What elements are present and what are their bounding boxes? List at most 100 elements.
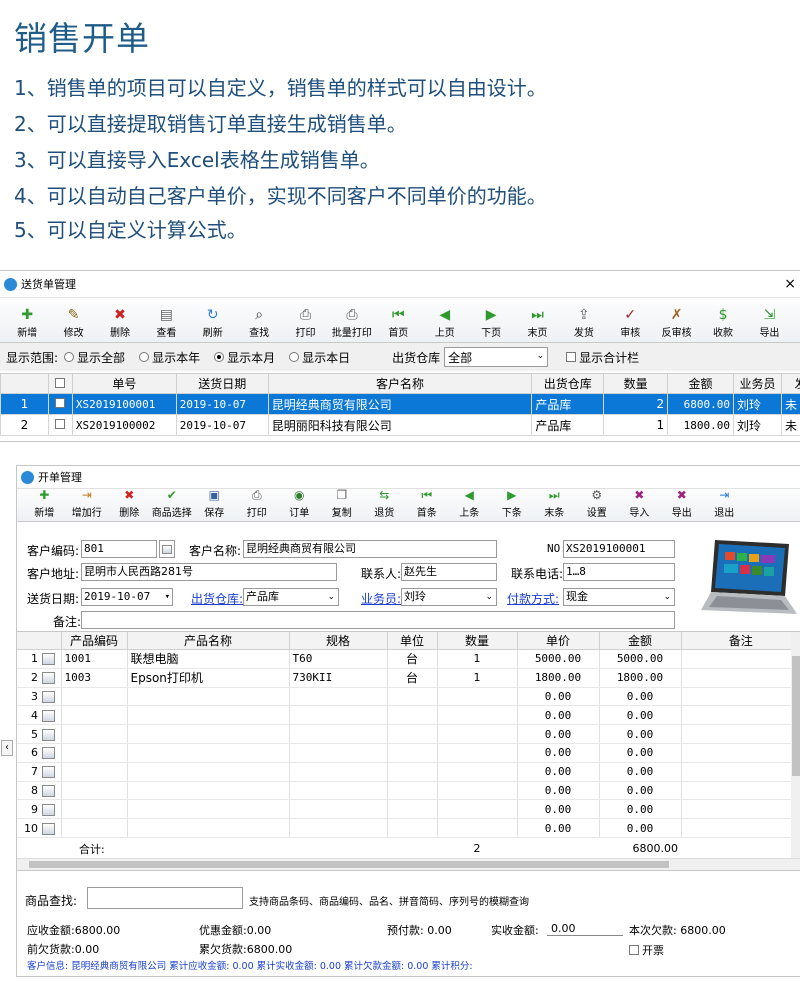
col-header-qty[interactable]: 数量 — [603, 373, 669, 394]
cell-qty[interactable] — [437, 687, 518, 707]
range-month-radio[interactable]: 显示本月 — [214, 349, 275, 366]
range-day-radio[interactable]: 显示本日 — [289, 349, 350, 366]
cell-remark[interactable] — [681, 743, 800, 763]
cell-price[interactable]: 0.00 — [517, 781, 600, 801]
copy-button[interactable]: ❐ 复制 — [321, 488, 364, 519]
cell-unit[interactable]: 台 — [387, 649, 438, 669]
product-picker-icon[interactable] — [42, 803, 55, 816]
product-picker-icon[interactable] — [42, 653, 55, 666]
cell-price[interactable]: 0.00 — [517, 799, 600, 820]
table-row[interactable]: 7 0.00 0.00 — [17, 762, 800, 782]
cell-product-code[interactable]: 1003 — [61, 668, 128, 688]
cell-price[interactable]: 0.00 — [517, 818, 600, 838]
cell-product-name[interactable] — [127, 743, 290, 763]
cell-amount[interactable]: 5000.00 — [599, 649, 682, 669]
splitter-left-arrow[interactable]: ‹ — [1, 740, 13, 756]
cell-spec[interactable] — [289, 687, 388, 707]
import-button[interactable]: ✖ 导入 — [618, 488, 661, 519]
cell-unit[interactable] — [387, 781, 438, 801]
cell-product-code[interactable] — [61, 705, 128, 726]
delete-button[interactable]: ✖ 删除 — [97, 308, 143, 339]
address-field[interactable]: 昆明市人民西路281号 — [81, 563, 337, 581]
select-all-header[interactable] — [47, 373, 73, 394]
exit-button[interactable]: ⇥ 退出 — [703, 488, 746, 519]
col-header-unit[interactable]: 单位 — [387, 632, 438, 650]
table-row[interactable]: 1 1001 联想电脑 T60 台 1 5000.00 5000.00 — [17, 649, 800, 669]
contact-field[interactable]: 赵先生 — [401, 563, 497, 581]
cell-qty[interactable]: 1 — [437, 649, 518, 669]
cell-product-code[interactable] — [61, 687, 128, 707]
table-row[interactable]: 4 0.00 0.00 — [17, 705, 800, 726]
check-button[interactable]: ✔ 商品选择 — [151, 488, 194, 519]
col-header-amount[interactable]: 金额 — [667, 373, 735, 394]
row-checkbox[interactable] — [47, 414, 73, 436]
table-row[interactable]: 5 0.00 0.00 — [17, 724, 800, 744]
warehouse-filter-select[interactable]: 全部 ⌄ — [444, 347, 549, 367]
table-row[interactable]: 9 0.00 0.00 — [17, 799, 800, 820]
cell-product-name[interactable] — [127, 762, 290, 782]
plus-button[interactable]: ✚ 新增 — [23, 488, 66, 519]
cell-amount[interactable]: 0.00 — [599, 743, 682, 763]
save-button[interactable]: ▣ 保存 — [193, 488, 236, 519]
cell-spec[interactable]: T60 — [289, 649, 388, 669]
cell-qty[interactable]: 1 — [437, 668, 518, 688]
cell-amount[interactable]: 0.00 — [599, 687, 682, 707]
vertical-scrollbar[interactable] — [791, 632, 800, 858]
table-row[interactable]: 10 0.00 0.00 — [17, 818, 800, 838]
first-record-button[interactable]: ⏮ 首条 — [406, 488, 449, 519]
col-header-ship[interactable]: 发 — [780, 373, 800, 394]
export-button[interactable]: ✖ 导出 — [661, 488, 704, 519]
cell-unit[interactable] — [387, 705, 438, 726]
customer-picker-button[interactable] — [159, 540, 175, 558]
prev-record-button[interactable]: ◀ 上条 — [448, 488, 491, 519]
scrollbar-thumb[interactable] — [792, 656, 800, 776]
cell-remark[interactable] — [681, 781, 800, 801]
cell-qty[interactable] — [437, 705, 518, 726]
cell-product-name[interactable] — [127, 687, 290, 707]
cell-unit[interactable] — [387, 724, 438, 744]
cell-spec[interactable] — [289, 781, 388, 801]
cell-amount[interactable]: 1800.00 — [599, 668, 682, 688]
cell-product-code[interactable]: 1001 — [61, 649, 128, 669]
cell-product-name[interactable]: Epson打印机 — [127, 668, 290, 688]
col-header-no[interactable]: 单号 — [71, 373, 177, 394]
cell-unit[interactable] — [387, 799, 438, 820]
delivery-date-picker[interactable]: 2019-10-07 ▾ — [81, 588, 173, 606]
plus-button[interactable]: ✚ 新增 — [4, 308, 50, 339]
cell-product-code[interactable] — [61, 762, 128, 782]
cell-spec[interactable]: 730KII — [289, 668, 388, 688]
cell-spec[interactable] — [289, 818, 388, 838]
add-row-button[interactable]: ⇥ 增加行 — [66, 488, 109, 519]
customer-name-field[interactable]: 昆明经典商贸有限公司 — [243, 540, 497, 558]
table-row[interactable]: 1 XS2019100001 2019-10-07 昆明经典商贸有限公司 产品库 2 680… — [0, 393, 800, 415]
next-record-button[interactable]: ▶ 下条 — [491, 488, 534, 519]
cell-remark[interactable] — [681, 687, 800, 707]
phone-field[interactable]: 1…8 — [563, 563, 675, 581]
cell-qty[interactable] — [437, 724, 518, 744]
dollar-button[interactable]: $ 收款 — [700, 308, 746, 339]
warehouse-link[interactable]: 出货仓库: — [191, 590, 243, 607]
table-row[interactable]: 3 0.00 0.00 — [17, 687, 800, 707]
horizontal-scrollbar[interactable] — [17, 858, 800, 870]
view-button[interactable]: ▤ 查看 — [143, 308, 189, 339]
col-header-product-name[interactable]: 产品名称 — [127, 632, 290, 650]
last-record-button[interactable]: ⏭ 末条 — [533, 488, 576, 519]
cell-remark[interactable] — [681, 762, 800, 782]
next-page-button[interactable]: ▶ 下页 — [468, 308, 514, 339]
order-button[interactable]: ◉ 订单 — [278, 488, 321, 519]
cell-qty[interactable] — [437, 799, 518, 820]
product-picker-icon[interactable] — [42, 728, 55, 741]
remark-field[interactable] — [81, 611, 675, 629]
edit-button[interactable]: ✎ 修改 — [50, 308, 96, 339]
cell-product-code[interactable] — [61, 724, 128, 744]
cell-price[interactable]: 0.00 — [517, 687, 600, 707]
export-button[interactable]: ⇲ 导出 — [746, 308, 792, 339]
table-row[interactable]: 6 0.00 0.00 — [17, 743, 800, 763]
cell-remark[interactable] — [681, 649, 800, 669]
cell-product-name[interactable]: 联想电脑 — [127, 649, 290, 669]
payment-select[interactable]: 现金 ⌄ — [563, 588, 675, 606]
cell-unit[interactable] — [387, 687, 438, 707]
batch-print-button[interactable]: ⎙ 批量打印 — [329, 308, 375, 339]
product-picker-icon[interactable] — [42, 747, 55, 760]
cell-amount[interactable]: 0.00 — [599, 799, 682, 820]
